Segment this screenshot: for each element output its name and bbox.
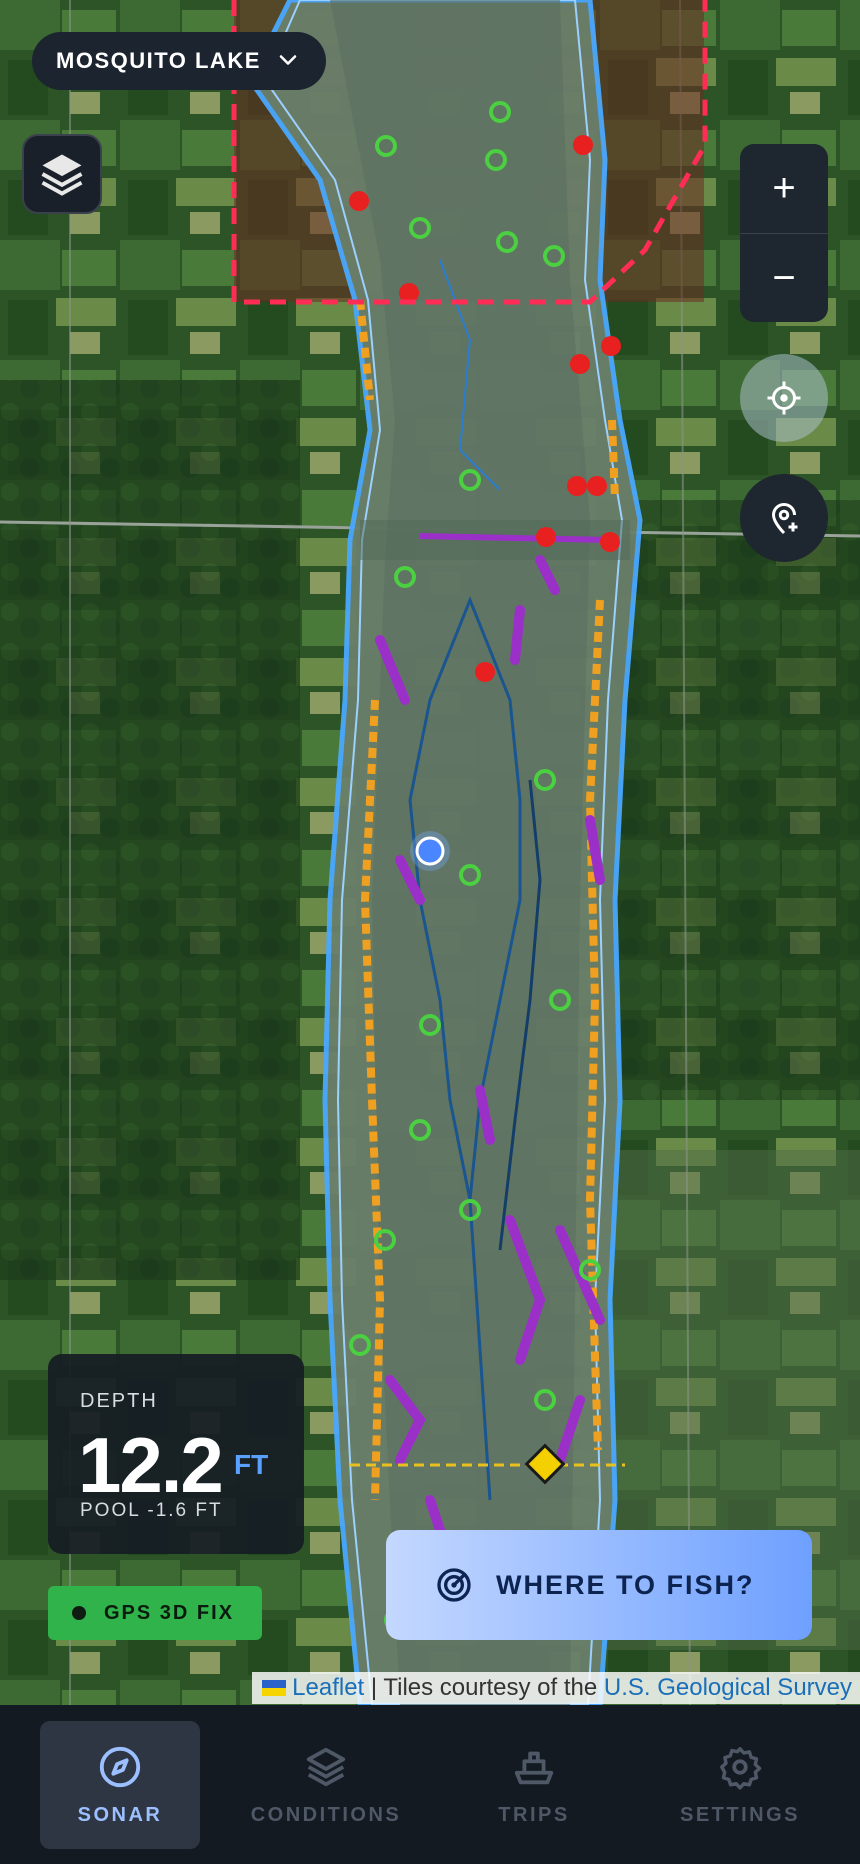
nav-conditions[interactable]: CONDITIONS [246,1721,406,1849]
map-layers-button[interactable] [22,134,102,214]
nav-trips[interactable]: TRIPS [454,1721,614,1849]
usgs-link[interactable]: U.S. Geological Survey [604,1674,852,1702]
zoom-control: + − [740,144,828,322]
layers-icon [41,154,83,196]
gps-status-label: GPS 3D FIX [104,1601,235,1624]
nav-label: SETTINGS [679,1803,800,1826]
layers-icon [303,1744,349,1790]
chevron-down-icon [279,55,297,65]
crosshair-icon [767,381,801,415]
gear-icon [717,1744,763,1790]
leaflet-link[interactable]: Leaflet [292,1674,364,1702]
map-pin-plus-icon [771,503,798,535]
ukraine-flag-icon [262,1680,287,1696]
nav-label: SONAR [77,1803,163,1826]
nav-sonar[interactable]: SONAR [40,1721,200,1849]
boat-icon [511,1744,557,1790]
lake-selector[interactable]: MOSQUITO LAKE [32,32,326,90]
compass-icon [97,1744,143,1790]
where-to-fish-label: WHERE TO FISH? [496,1569,755,1600]
zoom-out-button[interactable]: − [740,234,828,322]
depth-panel: DEPTH 12.2 FT POOL -1.6 FT [48,1354,304,1554]
nav-label: CONDITIONS [250,1803,402,1826]
depth-value: 12.2 [78,1421,224,1509]
attribution-text: | Tiles courtesy of the [364,1674,604,1701]
add-pin-button[interactable] [740,474,828,562]
where-to-fish-button[interactable]: WHERE TO FISH? [386,1530,812,1640]
locate-button[interactable] [740,354,828,442]
nav-label: TRIPS [498,1803,570,1826]
gps-status-badge: GPS 3D FIX [48,1586,262,1640]
radar-icon [434,1565,474,1605]
bottom-nav: SONAR CONDITIONS TRIPS SETTINGS [0,1705,860,1864]
depth-label: DEPTH [80,1390,158,1412]
depth-unit: FT [234,1449,269,1480]
pool-level: POOL -1.6 FT [80,1500,223,1521]
lake-name: MOSQUITO LAKE [56,48,261,73]
status-dot [72,1606,86,1620]
nav-settings[interactable]: SETTINGS [660,1721,820,1849]
map-attribution: Leaflet | Tiles courtesy of the U.S. Geo… [252,1672,860,1704]
zoom-in-button[interactable]: + [740,144,828,234]
